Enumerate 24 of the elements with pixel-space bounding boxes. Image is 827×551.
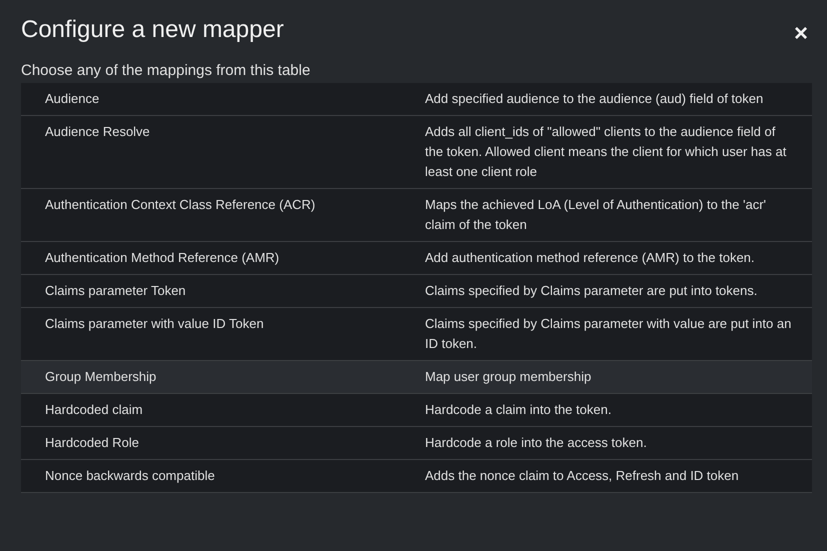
mapper-description: Hardcode a role into the access token. [425,434,648,452]
mapper-name: Authentication Context Class Reference (ACR) [45,196,316,214]
mapper-description: Claims specified by Claims parameter with value are put into an ID token. [425,315,792,353]
mapper-name: Claims parameter with value ID Token [45,315,265,333]
mapper-name: Audience [45,90,100,108]
mapper-name: Authentication Method Reference (AMR) [45,249,280,267]
dialog-title: Configure a new mapper [21,16,284,44]
mapper-name: Audience Resolve [45,123,151,141]
table-row[interactable]: Group Membership Map user group membership [21,361,812,394]
mapper-name: Group Membership [45,368,158,386]
mapper-description: Add authentication method reference (AMR) to the token. [425,249,756,267]
mapper-description: Claims specified by Claims parameter are put into tokens. [425,282,758,300]
mapper-description: Maps the achieved LoA (Level of Authentication) to the 'acr' claim of the token [425,196,768,234]
mapper-name: Hardcoded Role [45,434,140,452]
mapper-name: Nonce backwards compatible [45,467,216,485]
mapper-name: Claims parameter Token [45,282,187,300]
close-button[interactable]: × [790,14,812,54]
mapper-description: Map user group membership [425,368,592,386]
mapper-description: Add specified audience to the audience (aud) field of token [425,90,764,108]
mapper-description: Adds all client_ids of "allowed" clients to the audience field of the token. Allowed client means the client for which user has at least one client role [425,123,788,181]
mapper-description: Adds the nonce claim to Access, Refresh and ID token [425,467,740,485]
mapper-description: Hardcode a claim into the token. [425,401,612,419]
dialog-subtitle: Choose any of the mappings from this table [21,62,312,79]
mapper-name: Hardcoded claim [45,401,144,419]
